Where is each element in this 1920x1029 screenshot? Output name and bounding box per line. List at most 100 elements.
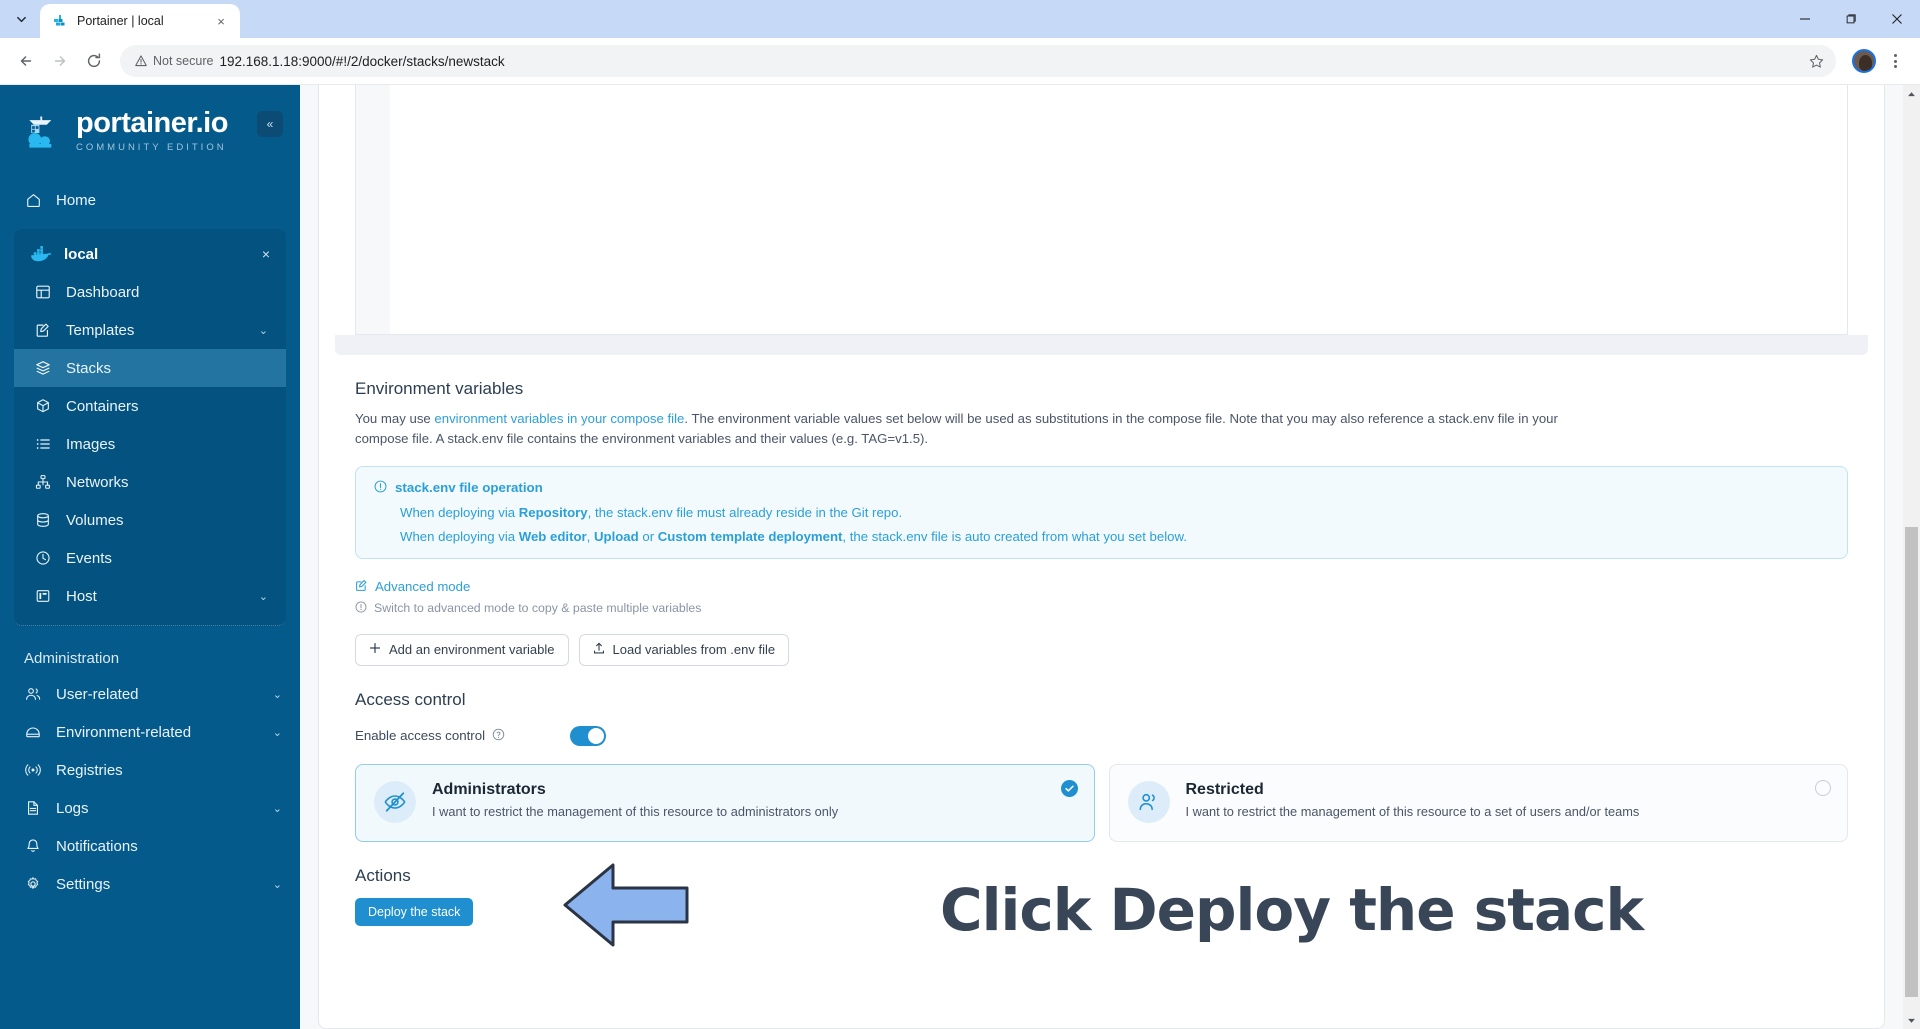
browser-tab[interactable]: Portainer | local × [40,4,240,38]
annotation-text: Click Deploy the stack [940,875,1644,944]
reload-icon[interactable] [78,45,110,77]
access-control-options: Administrators I want to restrict the ma… [355,763,1848,842]
advanced-mode-label: Advanced mode [375,579,471,595]
star-icon[interactable] [1802,47,1830,75]
sidebar-item-stacks-label: Stacks [66,359,112,377]
sidebar-item-networks[interactable]: Networks [14,463,286,501]
sidebar-collapse-button[interactable]: « [257,111,283,137]
sidebar-item-images-label: Images [66,435,116,453]
sidebar-item-registries[interactable]: Registries [0,751,300,789]
sidebar-item-containers[interactable]: Containers [14,387,286,425]
security-indicator[interactable]: Not secure [134,54,213,68]
security-label: Not secure [153,54,214,68]
plus-icon [369,642,381,657]
line2-mid2: or [638,528,658,544]
access-option-administrators[interactable]: Administrators I want to restrict the ma… [355,763,1095,842]
sidebar-item-notifications-label: Notifications [56,837,138,855]
environment-group: local × Dashboard Templates ⌄ Stacks Con… [14,229,286,626]
editor-gutter [356,85,390,334]
tab-search-dropdown-icon[interactable] [6,4,36,34]
page-scrollbar[interactable] [1903,85,1920,1029]
info-icon [374,480,387,496]
access-option-restricted[interactable]: Restricted I want to restrict the manage… [1108,763,1848,842]
events-icon [34,549,52,567]
advanced-mode-hint-label: Switch to advanced mode to copy & paste … [374,601,702,616]
load-variables-label: Load variables from .env file [612,642,776,658]
logo-name: portainer.io [76,107,228,139]
portainer-logo-icon [22,111,66,155]
chevron-down-icon: ⌄ [272,726,282,739]
sidebar-item-user-related[interactable]: User-related ⌄ [0,675,300,713]
question-icon[interactable] [492,728,505,744]
minimize-button[interactable] [1782,0,1828,38]
address-bar[interactable]: Not secure 192.168.1.18:9000/#!/2/docker… [120,45,1836,77]
access-option-restricted-text: Restricted I want to restrict the manage… [1186,781,1640,823]
sidebar-item-volumes[interactable]: Volumes [14,501,286,539]
environment-name: local [64,245,99,263]
load-variables-button[interactable]: Load variables from .env file [578,633,790,666]
add-environment-variable-button[interactable]: Add an environment variable [355,633,569,666]
back-icon[interactable] [10,45,42,77]
sidebar-item-stacks[interactable]: Stacks [14,349,286,387]
sidebar-item-dashboard[interactable]: Dashboard [14,273,286,311]
sidebar-item-images[interactable]: Images [14,425,286,463]
portainer-logo[interactable]: portainer.io COMMUNITY EDITION « [0,85,300,155]
bell-icon [24,837,42,855]
sidebar-item-settings[interactable]: Settings ⌄ [0,865,300,903]
access-option-restricted-subtitle: I want to restrict the management of thi… [1185,803,1640,819]
environment-icon [24,723,42,741]
registries-icon [24,761,42,779]
line2-bold-custom-template: Custom template deployment [657,528,843,544]
info-box-title-row: stack.env file operation [374,480,1829,496]
stack-form-sheet: Environment variables You may use enviro… [318,85,1885,1029]
sidebar-nav: Home local × Dashboard Templates ⌄ Stack… [0,181,300,903]
kebab-menu-icon[interactable] [1880,46,1910,76]
info-box-line-2: When deploying via Web editor, Upload or… [374,529,1829,544]
scrollbar-thumb[interactable] [1905,527,1918,997]
users-icon [24,685,42,703]
radio-selected-icon[interactable] [1060,779,1078,797]
upload-icon [593,642,605,658]
forward-icon[interactable] [44,45,76,77]
scrollbar-down-arrow[interactable] [1903,1012,1920,1029]
chevron-down-icon: ⌄ [258,590,268,603]
tab-close-icon[interactable]: × [212,12,230,30]
close-window-button[interactable] [1874,0,1920,38]
chevron-down-icon: ⌄ [272,688,282,701]
docker-icon [30,245,52,263]
access-control-toggle[interactable] [570,725,606,746]
environment-close-icon[interactable]: × [258,246,274,262]
sidebar-item-home[interactable]: Home [0,181,300,219]
chevron-down-icon: ⌄ [272,878,282,891]
line1-bold-repository: Repository [518,504,588,520]
line2-pre: When deploying via [400,528,519,544]
radio-unselected-icon[interactable] [1815,779,1831,796]
sidebar-item-templates[interactable]: Templates ⌄ [14,311,286,349]
sidebar-item-user-related-label: User-related [56,685,139,703]
access-option-administrators-text: Administrators I want to restrict the ma… [432,781,838,823]
add-environment-variable-label: Add an environment variable [389,642,555,658]
sidebar-item-settings-label: Settings [56,875,111,893]
sidebar-item-environment-related-label: Environment-related [56,723,192,741]
deploy-the-stack-button[interactable]: Deploy the stack [355,897,474,926]
compose-editor[interactable] [355,85,1848,335]
advanced-mode-link[interactable]: Advanced mode [355,579,1848,595]
actions-section: Actions Deploy the stack Click Deploy th… [355,863,1848,971]
compose-file-link[interactable]: environment variables in your compose fi… [434,411,684,426]
avatar[interactable] [1852,49,1876,73]
browser-window: Portainer | local × Not secure 192.168.1… [0,0,1920,1029]
networks-icon [34,473,52,491]
maximize-button[interactable] [1828,0,1874,38]
access-control-heading: Access control [355,689,466,709]
environment-header[interactable]: local × [14,235,286,273]
access-option-administrators-subtitle: I want to restrict the management of thi… [432,803,839,819]
sidebar-item-host[interactable]: Host ⌄ [14,577,286,615]
sidebar-item-environment-related[interactable]: Environment-related ⌄ [0,713,300,751]
access-control-toggle-label: Enable access control [355,728,486,744]
sidebar-item-networks-label: Networks [66,473,129,491]
sidebar-item-notifications[interactable]: Notifications [0,827,300,865]
sidebar-item-logs[interactable]: Logs ⌄ [0,789,300,827]
scrollbar-up-arrow[interactable] [1903,85,1920,102]
sidebar-item-events[interactable]: Events [14,539,286,577]
env-vars-heading: Environment variables [355,379,524,398]
